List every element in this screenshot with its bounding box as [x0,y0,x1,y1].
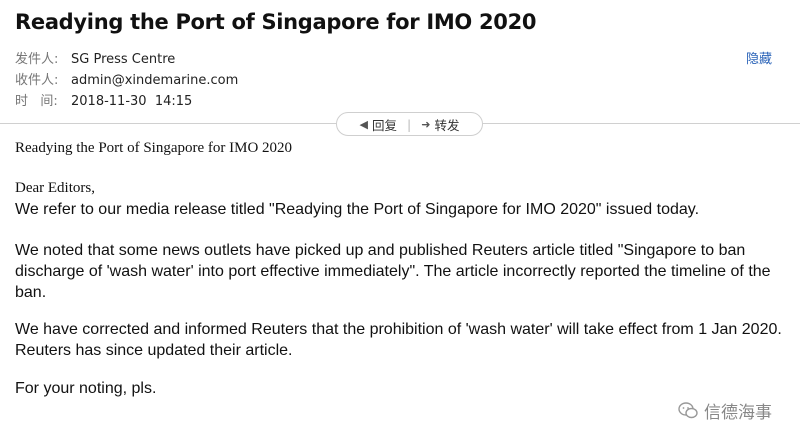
reply-arrow-icon: ◀ [359,117,368,131]
paragraph-2: We noted that some news outlets have pic… [15,242,771,301]
reply-label: 回复 [372,117,398,133]
hide-details-link[interactable]: 隐藏 [746,48,772,67]
time-label: 时 间: [15,94,58,109]
from-value[interactable]: SG Press Centre [71,52,175,67]
to-value[interactable]: admin@xindemarine.com [71,73,238,88]
greeting: Dear Editors, [15,180,95,196]
to-label: 收件人: [15,73,59,88]
watermark-text: 信德海事 [704,403,772,423]
forward-button[interactable]: ➜ 转发 [413,115,467,134]
reply-button[interactable]: ◀ 回复 [352,115,405,134]
forward-label: 转发 [434,117,460,133]
paragraph-3: We have corrected and informed Reuters t… [15,321,782,359]
wechat-icon [678,401,698,418]
forward-arrow-icon: ➜ [421,117,431,131]
action-bar: ◀ 回复 | ➜ 转发 [336,112,483,136]
closing-line: For your noting, pls. [15,380,157,397]
email-subject: Readying the Port of Singapore for IMO 2… [15,10,537,34]
action-separator: | [407,116,412,132]
paragraph-1: We refer to our media release titled "Re… [15,201,700,218]
time-value: 2018-11-30 14:15 [71,94,193,109]
to-row: 收件人: admin@xindemarine.com [15,69,238,88]
time-row: 时 间: 2018-11-30 14:15 [15,90,192,109]
content-heading: Readying the Port of Singapore for IMO 2… [15,140,293,156]
watermark: 信德海事 [678,398,772,423]
from-row: 发件人: SG Press Centre [15,48,175,67]
from-label: 发件人: [15,52,59,67]
